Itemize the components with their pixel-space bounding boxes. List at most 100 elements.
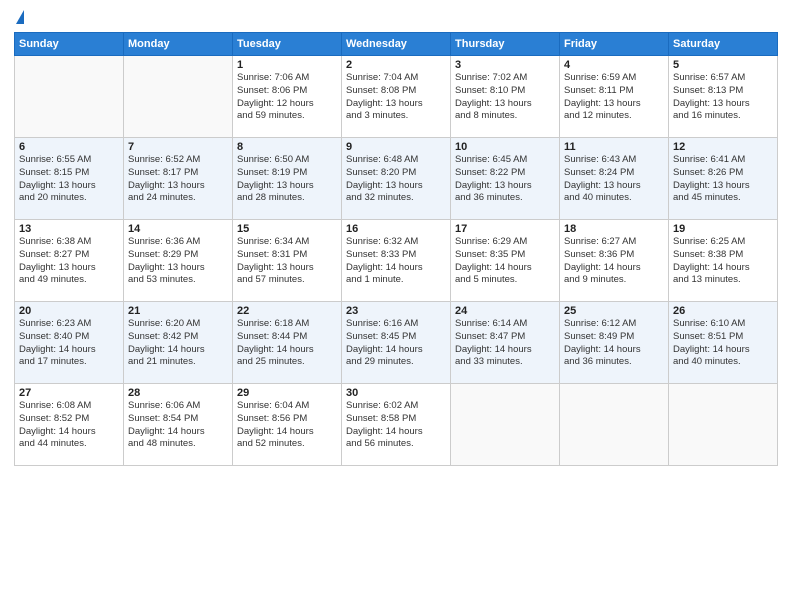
- day-of-week-saturday: Saturday: [669, 33, 778, 56]
- day-number: 29: [237, 387, 337, 399]
- day-number: 16: [346, 223, 446, 235]
- day-info: Sunrise: 6:29 AM Sunset: 8:35 PM Dayligh…: [455, 236, 555, 287]
- day-number: 23: [346, 305, 446, 317]
- day-number: 12: [673, 141, 773, 153]
- day-info: Sunrise: 6:59 AM Sunset: 8:11 PM Dayligh…: [564, 72, 664, 123]
- week-row-4: 20Sunrise: 6:23 AM Sunset: 8:40 PM Dayli…: [15, 302, 778, 384]
- calendar-cell: 1Sunrise: 7:06 AM Sunset: 8:06 PM Daylig…: [233, 56, 342, 138]
- calendar-cell: 22Sunrise: 6:18 AM Sunset: 8:44 PM Dayli…: [233, 302, 342, 384]
- day-number: 7: [128, 141, 228, 153]
- day-number: 14: [128, 223, 228, 235]
- day-info: Sunrise: 6:45 AM Sunset: 8:22 PM Dayligh…: [455, 154, 555, 205]
- day-info: Sunrise: 6:43 AM Sunset: 8:24 PM Dayligh…: [564, 154, 664, 205]
- day-info: Sunrise: 6:04 AM Sunset: 8:56 PM Dayligh…: [237, 400, 337, 451]
- day-number: 9: [346, 141, 446, 153]
- day-info: Sunrise: 6:02 AM Sunset: 8:58 PM Dayligh…: [346, 400, 446, 451]
- day-number: 2: [346, 59, 446, 71]
- calendar-cell: 12Sunrise: 6:41 AM Sunset: 8:26 PM Dayli…: [669, 138, 778, 220]
- day-info: Sunrise: 6:06 AM Sunset: 8:54 PM Dayligh…: [128, 400, 228, 451]
- logo: [14, 10, 24, 26]
- day-of-week-sunday: Sunday: [15, 33, 124, 56]
- calendar-cell: 7Sunrise: 6:52 AM Sunset: 8:17 PM Daylig…: [124, 138, 233, 220]
- day-info: Sunrise: 6:27 AM Sunset: 8:36 PM Dayligh…: [564, 236, 664, 287]
- day-number: 11: [564, 141, 664, 153]
- day-info: Sunrise: 6:23 AM Sunset: 8:40 PM Dayligh…: [19, 318, 119, 369]
- calendar-cell: 23Sunrise: 6:16 AM Sunset: 8:45 PM Dayli…: [342, 302, 451, 384]
- day-info: Sunrise: 6:38 AM Sunset: 8:27 PM Dayligh…: [19, 236, 119, 287]
- calendar-cell: 28Sunrise: 6:06 AM Sunset: 8:54 PM Dayli…: [124, 384, 233, 466]
- logo-triangle-icon: [16, 10, 24, 24]
- calendar-cell: [124, 56, 233, 138]
- day-number: 13: [19, 223, 119, 235]
- day-number: 24: [455, 305, 555, 317]
- day-info: Sunrise: 7:06 AM Sunset: 8:06 PM Dayligh…: [237, 72, 337, 123]
- day-of-week-tuesday: Tuesday: [233, 33, 342, 56]
- day-number: 1: [237, 59, 337, 71]
- calendar-cell: 6Sunrise: 6:55 AM Sunset: 8:15 PM Daylig…: [15, 138, 124, 220]
- day-number: 26: [673, 305, 773, 317]
- calendar-cell: 11Sunrise: 6:43 AM Sunset: 8:24 PM Dayli…: [560, 138, 669, 220]
- calendar-cell: 18Sunrise: 6:27 AM Sunset: 8:36 PM Dayli…: [560, 220, 669, 302]
- day-number: 19: [673, 223, 773, 235]
- calendar-cell: 4Sunrise: 6:59 AM Sunset: 8:11 PM Daylig…: [560, 56, 669, 138]
- calendar-cell: 10Sunrise: 6:45 AM Sunset: 8:22 PM Dayli…: [451, 138, 560, 220]
- header-row: SundayMondayTuesdayWednesdayThursdayFrid…: [15, 33, 778, 56]
- calendar-cell: [560, 384, 669, 466]
- day-number: 5: [673, 59, 773, 71]
- week-row-2: 6Sunrise: 6:55 AM Sunset: 8:15 PM Daylig…: [15, 138, 778, 220]
- day-of-week-monday: Monday: [124, 33, 233, 56]
- calendar-cell: 2Sunrise: 7:04 AM Sunset: 8:08 PM Daylig…: [342, 56, 451, 138]
- calendar-cell: 13Sunrise: 6:38 AM Sunset: 8:27 PM Dayli…: [15, 220, 124, 302]
- day-number: 17: [455, 223, 555, 235]
- day-number: 8: [237, 141, 337, 153]
- day-number: 20: [19, 305, 119, 317]
- day-number: 6: [19, 141, 119, 153]
- day-number: 22: [237, 305, 337, 317]
- calendar-cell: 21Sunrise: 6:20 AM Sunset: 8:42 PM Dayli…: [124, 302, 233, 384]
- day-info: Sunrise: 6:10 AM Sunset: 8:51 PM Dayligh…: [673, 318, 773, 369]
- calendar-cell: [15, 56, 124, 138]
- page: SundayMondayTuesdayWednesdayThursdayFrid…: [0, 0, 792, 612]
- calendar-table: SundayMondayTuesdayWednesdayThursdayFrid…: [14, 32, 778, 466]
- day-info: Sunrise: 6:34 AM Sunset: 8:31 PM Dayligh…: [237, 236, 337, 287]
- day-number: 4: [564, 59, 664, 71]
- day-info: Sunrise: 6:25 AM Sunset: 8:38 PM Dayligh…: [673, 236, 773, 287]
- calendar-cell: 19Sunrise: 6:25 AM Sunset: 8:38 PM Dayli…: [669, 220, 778, 302]
- day-info: Sunrise: 6:50 AM Sunset: 8:19 PM Dayligh…: [237, 154, 337, 205]
- week-row-5: 27Sunrise: 6:08 AM Sunset: 8:52 PM Dayli…: [15, 384, 778, 466]
- day-info: Sunrise: 7:02 AM Sunset: 8:10 PM Dayligh…: [455, 72, 555, 123]
- calendar-cell: [669, 384, 778, 466]
- day-number: 18: [564, 223, 664, 235]
- calendar-cell: 20Sunrise: 6:23 AM Sunset: 8:40 PM Dayli…: [15, 302, 124, 384]
- calendar-cell: [451, 384, 560, 466]
- day-info: Sunrise: 7:04 AM Sunset: 8:08 PM Dayligh…: [346, 72, 446, 123]
- calendar-cell: 5Sunrise: 6:57 AM Sunset: 8:13 PM Daylig…: [669, 56, 778, 138]
- day-info: Sunrise: 6:16 AM Sunset: 8:45 PM Dayligh…: [346, 318, 446, 369]
- day-info: Sunrise: 6:48 AM Sunset: 8:20 PM Dayligh…: [346, 154, 446, 205]
- day-number: 3: [455, 59, 555, 71]
- day-of-week-thursday: Thursday: [451, 33, 560, 56]
- calendar-cell: 14Sunrise: 6:36 AM Sunset: 8:29 PM Dayli…: [124, 220, 233, 302]
- calendar-cell: 25Sunrise: 6:12 AM Sunset: 8:49 PM Dayli…: [560, 302, 669, 384]
- day-info: Sunrise: 6:20 AM Sunset: 8:42 PM Dayligh…: [128, 318, 228, 369]
- calendar-cell: 17Sunrise: 6:29 AM Sunset: 8:35 PM Dayli…: [451, 220, 560, 302]
- day-info: Sunrise: 6:41 AM Sunset: 8:26 PM Dayligh…: [673, 154, 773, 205]
- day-info: Sunrise: 6:08 AM Sunset: 8:52 PM Dayligh…: [19, 400, 119, 451]
- day-info: Sunrise: 6:32 AM Sunset: 8:33 PM Dayligh…: [346, 236, 446, 287]
- day-info: Sunrise: 6:52 AM Sunset: 8:17 PM Dayligh…: [128, 154, 228, 205]
- day-number: 10: [455, 141, 555, 153]
- day-info: Sunrise: 6:18 AM Sunset: 8:44 PM Dayligh…: [237, 318, 337, 369]
- calendar-cell: 27Sunrise: 6:08 AM Sunset: 8:52 PM Dayli…: [15, 384, 124, 466]
- day-info: Sunrise: 6:14 AM Sunset: 8:47 PM Dayligh…: [455, 318, 555, 369]
- day-info: Sunrise: 6:12 AM Sunset: 8:49 PM Dayligh…: [564, 318, 664, 369]
- day-number: 27: [19, 387, 119, 399]
- header: [14, 10, 778, 26]
- calendar-cell: 30Sunrise: 6:02 AM Sunset: 8:58 PM Dayli…: [342, 384, 451, 466]
- day-info: Sunrise: 6:57 AM Sunset: 8:13 PM Dayligh…: [673, 72, 773, 123]
- calendar-cell: 24Sunrise: 6:14 AM Sunset: 8:47 PM Dayli…: [451, 302, 560, 384]
- day-of-week-wednesday: Wednesday: [342, 33, 451, 56]
- day-number: 15: [237, 223, 337, 235]
- day-info: Sunrise: 6:36 AM Sunset: 8:29 PM Dayligh…: [128, 236, 228, 287]
- calendar-cell: 9Sunrise: 6:48 AM Sunset: 8:20 PM Daylig…: [342, 138, 451, 220]
- week-row-3: 13Sunrise: 6:38 AM Sunset: 8:27 PM Dayli…: [15, 220, 778, 302]
